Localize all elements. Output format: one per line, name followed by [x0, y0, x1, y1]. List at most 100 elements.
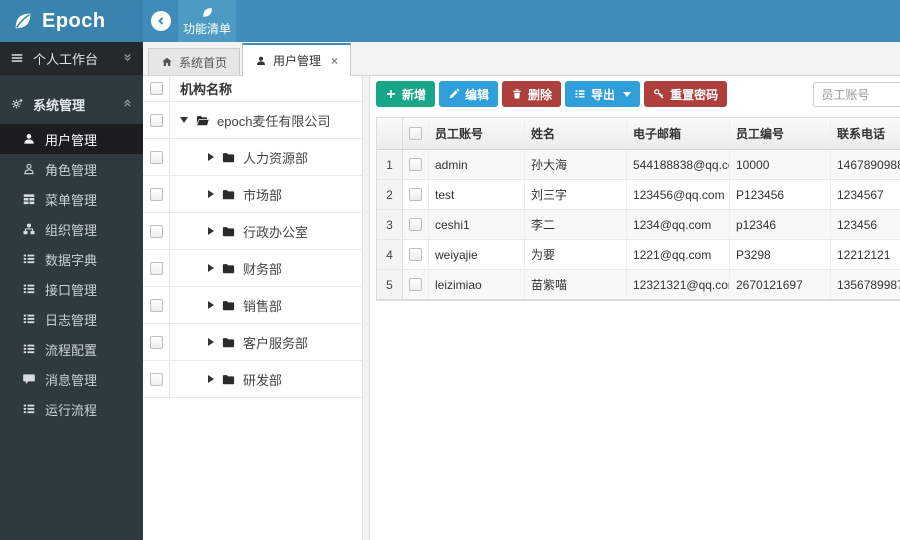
sidebar-item-message-management[interactable]: 消息管理 — [0, 364, 143, 394]
tree-child-node[interactable]: 市场部 — [170, 176, 362, 212]
user-grid-area: 新增 编辑 删除 导出 重置密码 员工账号 员工账号 姓名 电子邮箱 员工编号 … — [370, 76, 900, 540]
list-icon — [23, 344, 35, 354]
tree-node-checkbox[interactable] — [149, 187, 163, 201]
export-button-label: 导出 — [591, 87, 616, 102]
workbench-label: 个人工作台 — [33, 51, 99, 67]
panel-splitter[interactable] — [362, 76, 370, 540]
table-row[interactable]: 1 admin 孙大海 544188838@qq.com 10000 14678… — [377, 150, 900, 180]
tree-child-node[interactable]: 人力资源部 — [170, 139, 362, 175]
sidebar-item-interface-management[interactable]: 接口管理 — [0, 274, 143, 304]
row-checkbox[interactable] — [409, 158, 422, 171]
function-list-label: 功能清单 — [182, 21, 231, 36]
edit-button[interactable]: 编辑 — [439, 81, 499, 107]
tree-root-node[interactable]: epoch麦任有限公司 — [170, 102, 362, 138]
edit-button-label: 编辑 — [465, 87, 490, 102]
tab-user-management[interactable]: 用户管理 × — [242, 43, 352, 76]
tree-node-checkbox[interactable] — [149, 224, 163, 238]
rownum-cell: 5 — [377, 270, 403, 299]
menu-item-label: 接口管理 — [45, 282, 98, 298]
tree-row[interactable]: 研发部 — [143, 361, 362, 398]
tree-node-checkbox[interactable] — [149, 113, 163, 127]
user-table: 员工账号 姓名 电子邮箱 员工编号 联系电话 1 admin 孙大海 54418… — [376, 117, 900, 301]
tree-row[interactable]: 销售部 — [143, 287, 362, 324]
caret-right-icon[interactable] — [208, 338, 214, 346]
export-button[interactable]: 导出 — [565, 81, 641, 107]
caret-right-icon[interactable] — [208, 301, 214, 309]
sidebar-section-system[interactable]: 系统管理 — [0, 84, 143, 124]
search-input[interactable] — [813, 82, 900, 107]
tree-row[interactable]: 客户服务部 — [143, 324, 362, 361]
column-header-phone[interactable]: 联系电话 — [831, 118, 900, 149]
tree-node-checkbox[interactable] — [149, 372, 163, 386]
rownum-cell: 2 — [377, 180, 403, 209]
tree-child-node[interactable]: 行政办公室 — [170, 213, 362, 249]
row-checkbox[interactable] — [409, 188, 422, 201]
row-checkbox[interactable] — [409, 248, 422, 261]
sidebar-item-workbench[interactable]: 个人工作台 — [0, 42, 143, 75]
sidebar-item-data-dictionary[interactable]: 数据字典 — [0, 244, 143, 274]
caret-down-icon[interactable] — [180, 117, 188, 123]
caret-right-icon[interactable] — [208, 264, 214, 272]
tree-row[interactable]: 市场部 — [143, 176, 362, 213]
tree-node-checkbox[interactable] — [149, 150, 163, 164]
brand-name: Epoch — [42, 9, 106, 32]
reset-password-button[interactable]: 重置密码 — [644, 81, 728, 107]
menu-item-label: 流程配置 — [45, 342, 98, 358]
caret-right-icon[interactable] — [208, 153, 214, 161]
menu-item-label: 日志管理 — [45, 312, 98, 328]
tree-node-checkbox[interactable] — [149, 335, 163, 349]
cell-phone: 1234567 — [837, 187, 884, 202]
tree-node-checkbox[interactable] — [149, 298, 163, 312]
row-checkbox[interactable] — [409, 218, 422, 231]
column-header-name[interactable]: 姓名 — [525, 118, 627, 149]
close-icon[interactable]: × — [331, 54, 338, 68]
table-row[interactable]: 4 weiyajie 为要 1221@qq.com P3298 12212121 — [377, 240, 900, 270]
folder-icon — [221, 298, 236, 313]
row-checkbox[interactable] — [409, 278, 422, 291]
tree-child-node[interactable]: 客户服务部 — [170, 324, 362, 360]
cell-phone: 123456 — [837, 217, 878, 232]
sidebar-item-log-management[interactable]: 日志管理 — [0, 304, 143, 334]
sidebar-item-org-management[interactable]: 组织管理 — [0, 214, 143, 244]
tree-row[interactable]: 人力资源部 — [143, 139, 362, 176]
add-button-label: 新增 — [402, 87, 427, 102]
caret-down-icon — [623, 91, 632, 97]
folder-icon — [221, 150, 236, 165]
tree-child-node[interactable]: 销售部 — [170, 287, 362, 323]
sidebar-item-user-management[interactable]: 用户管理 — [0, 124, 143, 154]
chevron-double-down-icon — [122, 51, 133, 66]
leaf-icon — [15, 13, 31, 29]
cell-employee-no: P3298 — [730, 240, 831, 269]
tree-child-node[interactable]: 研发部 — [170, 361, 362, 397]
select-all-checkbox[interactable] — [149, 82, 163, 95]
table-row[interactable]: 2 test 刘三字 123456@qq.com P123456 1234567 — [377, 180, 900, 210]
tree-node-checkbox[interactable] — [149, 261, 163, 275]
tree-root-row[interactable]: epoch麦任有限公司 — [143, 102, 362, 139]
sidebar-item-role-management[interactable]: 角色管理 — [0, 154, 143, 184]
add-button[interactable]: 新增 — [376, 81, 436, 107]
tree-checkbox-cell — [143, 213, 170, 249]
delete-button[interactable]: 删除 — [502, 81, 562, 107]
function-list-tab[interactable]: 功能清单 — [178, 0, 236, 42]
select-all-checkbox[interactable] — [409, 127, 422, 140]
tree-node-label: 市场部 — [243, 187, 283, 203]
table-row[interactable]: 5 leizimiao 苗紫喵 12321321@qq.com 26701216… — [377, 270, 900, 300]
caret-right-icon[interactable] — [208, 227, 214, 235]
cell-email: 123456@qq.com — [627, 180, 730, 209]
caret-right-icon[interactable] — [208, 375, 214, 383]
sidebar-collapse-button[interactable] — [151, 11, 171, 31]
table-row[interactable]: 3 ceshi1 李二 1234@qq.com p12346 123456 — [377, 210, 900, 240]
brand-logo: Epoch — [0, 0, 143, 42]
sidebar-item-process-config[interactable]: 流程配置 — [0, 334, 143, 364]
column-header-employee-no[interactable]: 员工编号 — [730, 118, 831, 149]
tab-system-home[interactable]: 系统首页 — [148, 48, 241, 75]
tree-node-label: 研发部 — [243, 372, 283, 388]
column-header-email[interactable]: 电子邮箱 — [627, 118, 730, 149]
tree-child-node[interactable]: 财务部 — [170, 250, 362, 286]
column-header-account[interactable]: 员工账号 — [429, 118, 525, 149]
sidebar-item-running-process[interactable]: 运行流程 — [0, 394, 143, 424]
sidebar-item-menu-management[interactable]: 菜单管理 — [0, 184, 143, 214]
tree-row[interactable]: 财务部 — [143, 250, 362, 287]
caret-right-icon[interactable] — [208, 190, 214, 198]
tree-row[interactable]: 行政办公室 — [143, 213, 362, 250]
